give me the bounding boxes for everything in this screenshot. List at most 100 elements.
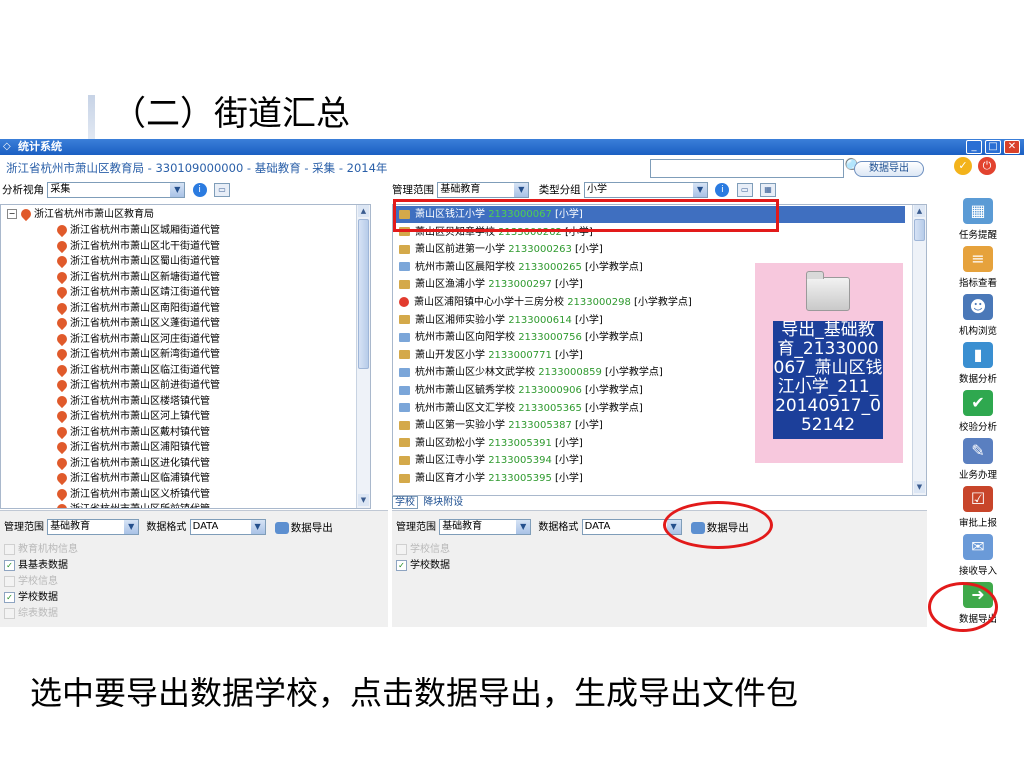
school-row[interactable]: 萧山区第一实验小学 2133005387 [小学] bbox=[399, 417, 603, 434]
school-type: [小学教学点] bbox=[585, 402, 643, 414]
br-format-value: DATA bbox=[584, 521, 611, 532]
tree-scroll-thumb[interactable] bbox=[358, 219, 369, 369]
tree-item[interactable]: 浙江省杭州市萧山区临江街道代管 bbox=[54, 362, 220, 378]
school-row[interactable]: 杭州市萧山区晨阳学校 2133000265 [小学教学点] bbox=[399, 259, 643, 276]
checkbox-label: 学校信息 bbox=[410, 544, 450, 555]
tree-item[interactable]: 浙江省杭州市萧山区城厢街道代管 bbox=[54, 222, 220, 238]
school-row[interactable]: 萧山区劲松小学 2133005391 [小学] bbox=[399, 435, 583, 452]
scroll-down-icon[interactable]: ▼ bbox=[358, 494, 369, 506]
sidebar-item[interactable]: ☑ 审批上报 bbox=[932, 486, 1024, 529]
window-icon[interactable]: ▭ bbox=[736, 183, 753, 197]
school-row[interactable]: 杭州市萧山区文汇学校 2133005365 [小学教学点] bbox=[399, 400, 643, 417]
pin-icon bbox=[54, 362, 70, 377]
tree-item[interactable]: 浙江省杭州市萧山区蜀山街道代管 bbox=[54, 253, 220, 269]
tree-item[interactable]: 浙江省杭州市萧山区楼塔镇代管 bbox=[54, 393, 210, 409]
tree-item-label: 浙江省杭州市萧山区北干街道代管 bbox=[70, 240, 220, 252]
scroll-down-icon[interactable]: ▼ bbox=[914, 481, 925, 493]
tree-item[interactable]: 浙江省杭州市萧山区前进街道代管 bbox=[54, 377, 220, 393]
sidebar-item[interactable]: ▮ 数据分析 bbox=[932, 342, 1024, 385]
tree-item[interactable]: 浙江省杭州市萧山区新湾街道代管 bbox=[54, 346, 220, 362]
school-row[interactable]: 杭州市萧山区向阳学校 2133000756 [小学教学点] bbox=[399, 329, 643, 346]
school-code: 2133000297 bbox=[488, 279, 552, 291]
checkbox[interactable]: ✓ bbox=[4, 559, 15, 571]
school-code: 2133005387 bbox=[508, 420, 572, 432]
tree-root[interactable]: − 浙江省杭州市萧山区教育局 bbox=[7, 206, 154, 222]
tree-item[interactable]: 浙江省杭州市萧山区所前镇代管 bbox=[54, 501, 210, 508]
scroll-up-icon[interactable]: ▲ bbox=[358, 205, 369, 217]
multi-house-icon bbox=[399, 385, 410, 395]
list-scroll-thumb[interactable] bbox=[914, 219, 925, 241]
school-row[interactable]: 杭州市萧山区少林文武学校 2133000859 [小学教学点] bbox=[399, 364, 663, 381]
sidebar-item[interactable]: ☻ 机构浏览 bbox=[932, 294, 1024, 337]
br-scope-select[interactable]: 基础教育 ▼ bbox=[439, 519, 532, 535]
sidebar-item[interactable]: ✔ 校验分析 bbox=[932, 390, 1024, 433]
pin-icon bbox=[54, 377, 70, 393]
school-code: 2133000859 bbox=[538, 367, 602, 379]
maximize-button[interactable]: □ bbox=[985, 140, 1001, 154]
tree-item[interactable]: 浙江省杭州市萧山区靖江街道代管 bbox=[54, 284, 220, 300]
checkbox bbox=[4, 607, 15, 619]
school-row[interactable]: 杭州市萧山区毓秀学校 2133000906 [小学教学点] bbox=[399, 382, 643, 399]
checkbox-row[interactable]: ✓ 学校数据 bbox=[396, 559, 450, 573]
bl-export-button[interactable]: 数据导出 bbox=[274, 520, 333, 535]
sidebar-item[interactable]: ≡ 指标查看 bbox=[932, 246, 1024, 289]
info-icon[interactable]: i bbox=[715, 183, 730, 197]
info-icon[interactable]: i bbox=[192, 183, 207, 197]
tab-attached[interactable]: 降块附设 bbox=[421, 497, 465, 508]
tree-item[interactable]: 浙江省杭州市萧山区戴村镇代管 bbox=[54, 424, 210, 440]
tree-item[interactable]: 浙江省杭州市萧山区北干街道代管 bbox=[54, 238, 220, 254]
sidebar-item[interactable]: ▦ 任务提醒 bbox=[932, 198, 1024, 241]
school-row[interactable]: 萧山区前进第一小学 2133000263 [小学] bbox=[399, 241, 603, 258]
close-button[interactable]: ✕ bbox=[1004, 140, 1020, 154]
school-name: 杭州市萧山区晨阳学校 bbox=[415, 261, 515, 273]
list-scrollbar[interactable]: ▲ ▼ bbox=[912, 205, 926, 495]
tree-scrollbar[interactable]: ▲ ▼ bbox=[356, 205, 370, 508]
scroll-up-icon[interactable]: ▲ bbox=[914, 205, 925, 217]
view-select[interactable]: 采集 ▼ bbox=[47, 182, 186, 198]
tab-school[interactable]: 学校 bbox=[392, 496, 418, 509]
tree-item[interactable]: 浙江省杭州市萧山区河上镇代管 bbox=[54, 408, 210, 424]
school-row[interactable]: 萧山区浦阳镇中心小学十三房分校 2133000298 [小学教学点] bbox=[399, 294, 692, 311]
bl-format-select[interactable]: DATA ▼ bbox=[189, 519, 266, 535]
school-row[interactable]: 萧山区湘师实验小学 2133000614 [小学] bbox=[399, 312, 603, 329]
school-row[interactable]: 萧山区渔浦小学 2133000297 [小学] bbox=[399, 276, 583, 293]
scope-select[interactable]: 基础教育 ▼ bbox=[437, 182, 530, 198]
school-name: 萧山区湘师实验小学 bbox=[415, 314, 505, 326]
sidebar-item[interactable]: ✎ 业务办理 bbox=[932, 438, 1024, 481]
checkbox-row[interactable]: ✓ 县基表数据 bbox=[4, 559, 68, 573]
checkbox-label: 县基表数据 bbox=[18, 560, 68, 571]
tree-item[interactable]: 浙江省杭州市萧山区临浦镇代管 bbox=[54, 470, 210, 486]
school-row[interactable]: 萧山区江寺小学 2133005394 [小学] bbox=[399, 452, 583, 469]
checkbox-label: 学校数据 bbox=[410, 560, 450, 571]
multi-house-icon bbox=[399, 262, 410, 272]
tree-item[interactable]: 浙江省杭州市萧山区南阳街道代管 bbox=[54, 300, 220, 316]
window-icon[interactable]: ▭ bbox=[214, 183, 231, 197]
tree-item[interactable]: 浙江省杭州市萧山区新塘街道代管 bbox=[54, 269, 220, 285]
power-icon[interactable]: ⏻ bbox=[978, 157, 996, 175]
view-select-value: 采集 bbox=[50, 184, 71, 195]
checkbox-row[interactable]: ✓ 学校数据 bbox=[4, 591, 58, 605]
school-row[interactable]: 萧山区育才小学 2133005395 [小学] bbox=[399, 470, 583, 487]
search-input[interactable] bbox=[650, 159, 844, 178]
group-select[interactable]: 小学 ▼ bbox=[584, 182, 709, 198]
checkbox[interactable]: ✓ bbox=[4, 591, 15, 603]
tree-item[interactable]: 浙江省杭州市萧山区进化镇代管 bbox=[54, 455, 210, 471]
bl-scope-select[interactable]: 基础教育 ▼ bbox=[47, 519, 140, 535]
school-type: [小学] bbox=[555, 279, 583, 291]
org-tree: − 浙江省杭州市萧山区教育局 浙江省杭州市萧山区城厢街道代管浙江省杭州市萧山区北干… bbox=[0, 204, 371, 509]
tree-item-label: 浙江省杭州市萧山区靖江街道代管 bbox=[70, 287, 220, 298]
tree-item[interactable]: 浙江省杭州市萧山区义桥镇代管 bbox=[54, 486, 210, 502]
collapse-icon[interactable]: − bbox=[7, 209, 17, 219]
school-name: 萧山区育才小学 bbox=[415, 473, 485, 484]
school-row[interactable]: 萧山开发区小学 2133000771 [小学] bbox=[399, 347, 583, 364]
checkbox[interactable]: ✓ bbox=[396, 559, 407, 571]
grid-icon[interactable]: ▦ bbox=[760, 183, 777, 197]
help-icon[interactable]: ✓ bbox=[954, 157, 972, 175]
sidebar-item[interactable]: ✉ 接收导入 bbox=[932, 534, 1024, 577]
tree-item[interactable]: 浙江省杭州市萧山区义蓬街道代管 bbox=[54, 315, 220, 331]
tree-item[interactable]: 浙江省杭州市萧山区浦阳镇代管 bbox=[54, 439, 210, 455]
school-code: 2133000771 bbox=[488, 349, 552, 361]
tree-item[interactable]: 浙江省杭州市萧山区河庄街道代管 bbox=[54, 331, 220, 347]
minimize-button[interactable]: _ bbox=[966, 140, 982, 154]
export-top-button[interactable]: 数据导出 bbox=[854, 161, 924, 177]
